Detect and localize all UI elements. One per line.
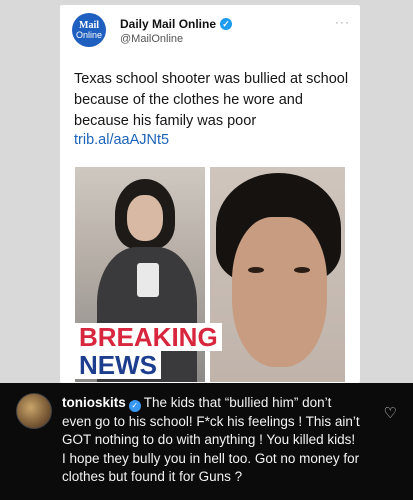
logo-line-2: Online <box>75 29 102 40</box>
account-handle[interactable]: @MailOnline <box>120 33 183 45</box>
comment-body: tonioskits ✓ The kids that “bullied him” d… <box>62 394 362 487</box>
verified-badge-icon: ✓ <box>220 18 233 30</box>
tweet-text: Texas school shooter was bullied at scho… <box>74 71 349 129</box>
daily-mail-logo[interactable]: Mail Online <box>72 13 106 47</box>
shooter-mugshot-photo[interactable] <box>210 167 345 382</box>
more-options-icon[interactable]: ··· <box>335 15 350 29</box>
breaking-banner: BREAKING <box>75 323 222 351</box>
account-name[interactable]: Daily Mail Online ✓ <box>120 17 233 31</box>
comment-item: tonioskits ✓ The kids that “bullied him” d… <box>0 383 413 500</box>
comment-username[interactable]: tonioskits <box>62 395 126 410</box>
news-banner: NEWS <box>75 351 161 379</box>
tweet-link[interactable]: trib.al/aaAJNt5 <box>74 132 169 148</box>
account-name-label: Daily Mail Online <box>120 17 217 31</box>
phone-in-photo <box>137 263 159 297</box>
tweet-screenshot: Mail Online Daily Mail Online ✓ @MailOnl… <box>0 0 413 383</box>
tweet-card: Mail Online Daily Mail Online ✓ @MailOnl… <box>60 5 360 383</box>
heart-outline-icon[interactable]: ♡ <box>384 404 397 422</box>
avatar[interactable] <box>16 393 52 429</box>
logo-line-1: Mail <box>79 19 99 31</box>
verified-badge-icon: ✓ <box>128 400 141 413</box>
